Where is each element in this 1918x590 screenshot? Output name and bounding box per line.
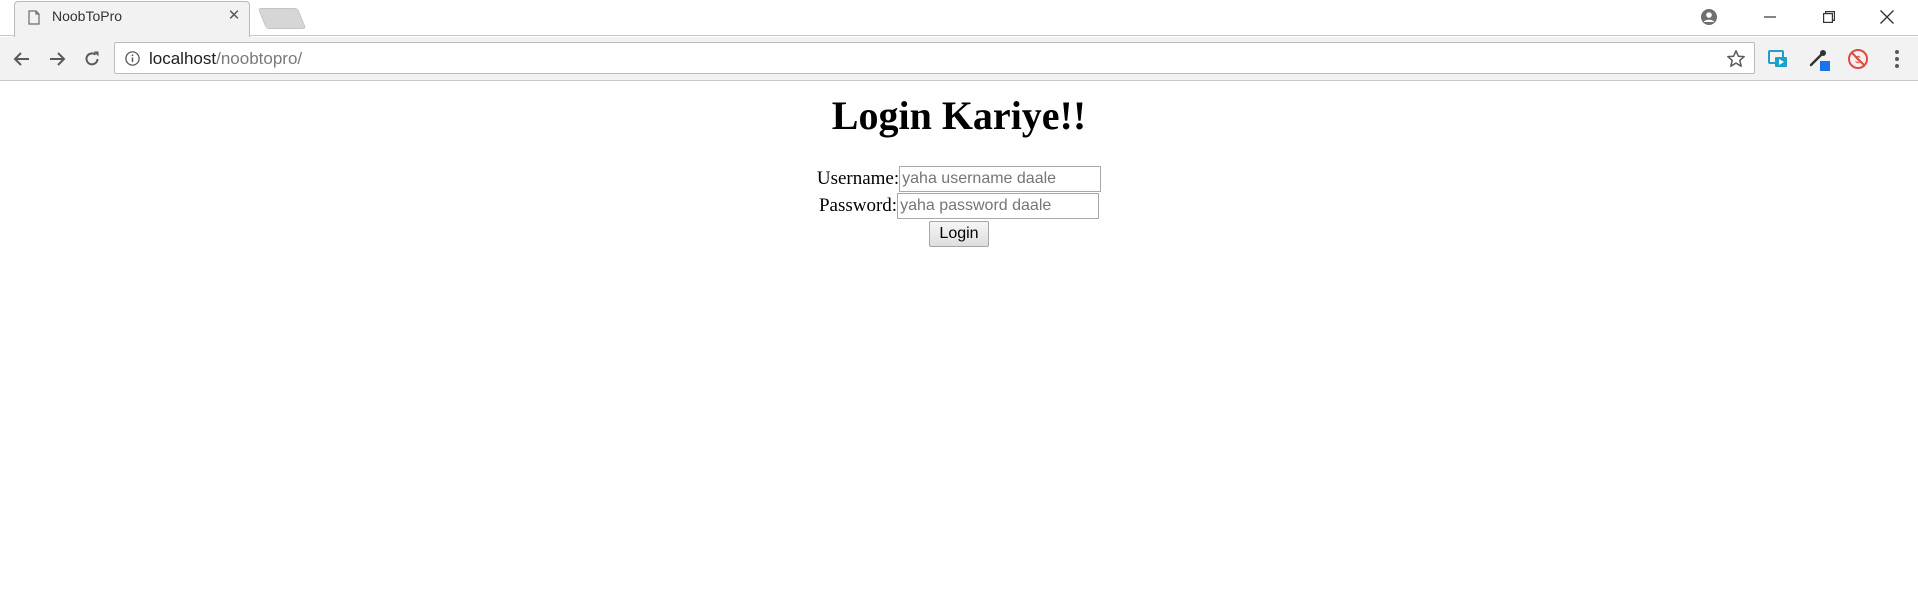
username-input[interactable] <box>899 166 1102 192</box>
profile-icon[interactable] <box>1686 0 1732 34</box>
browser-toolbar: localhost/noobtopro/ $ <box>0 37 1918 81</box>
document-icon <box>28 10 40 25</box>
page-content: Login Kariye!! Username: Password: Login <box>0 82 1918 590</box>
close-window-icon[interactable] <box>1864 0 1910 34</box>
close-icon[interactable]: ✕ <box>226 8 242 24</box>
address-bar[interactable]: localhost/noobtopro/ <box>114 42 1755 74</box>
svg-text:$: $ <box>1855 55 1861 66</box>
url-text[interactable]: localhost/noobtopro/ <box>149 49 302 69</box>
restore-icon[interactable] <box>1806 0 1852 34</box>
tab-strip: NoobToPro ✕ <box>0 0 1918 37</box>
minimize-icon[interactable] <box>1747 0 1793 34</box>
page-title: Login Kariye!! <box>831 93 1087 138</box>
eyedropper-icon[interactable] <box>1806 46 1832 72</box>
login-button[interactable]: Login <box>929 221 989 247</box>
arrow-left-icon[interactable] <box>9 46 35 72</box>
screencast-icon[interactable] <box>1765 46 1791 72</box>
password-row: Password: <box>0 193 1918 219</box>
block-icon[interactable]: $ <box>1845 46 1871 72</box>
more-vert-icon[interactable] <box>1884 46 1910 72</box>
url-path: /noobtopro/ <box>216 49 303 68</box>
browser-tab[interactable] <box>14 1 250 37</box>
info-icon[interactable] <box>125 51 140 66</box>
url-host: localhost <box>149 49 217 68</box>
username-row: Username: <box>0 166 1918 192</box>
tab-title: NoobToPro <box>52 8 123 24</box>
password-input[interactable] <box>897 193 1100 219</box>
reload-icon[interactable] <box>79 46 105 72</box>
star-icon[interactable] <box>1726 49 1746 69</box>
new-tab-icon[interactable] <box>257 8 307 29</box>
username-label: Username: <box>816 168 900 189</box>
password-label: Password: <box>818 195 898 216</box>
arrow-right-icon[interactable] <box>44 46 70 72</box>
submit-row: Login <box>0 221 1918 247</box>
